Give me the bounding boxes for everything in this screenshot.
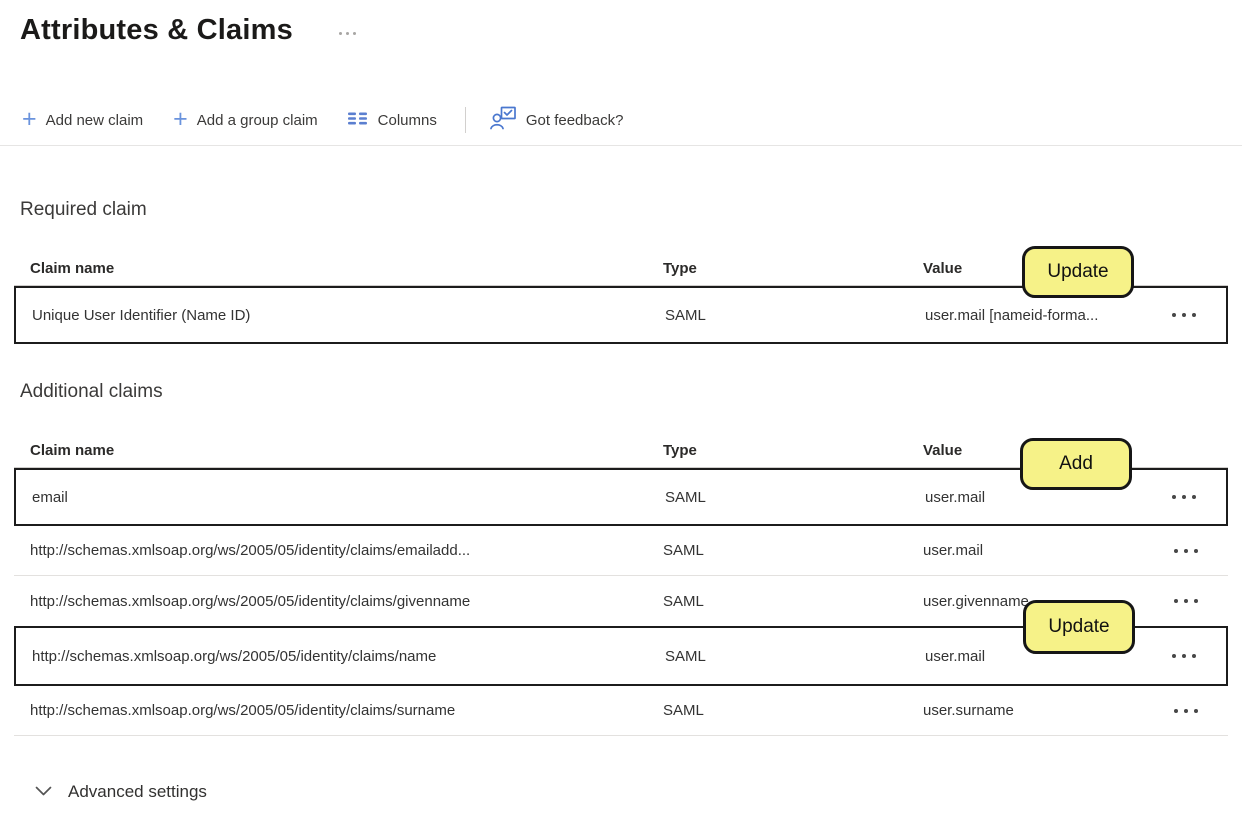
claim-name-cell: http://schemas.xmlsoap.org/ws/2005/05/id… xyxy=(30,542,471,559)
columns-label: Columns xyxy=(377,111,437,129)
row-menu-button[interactable] xyxy=(1170,543,1202,559)
add-group-claim-button[interactable]: + Add a group claim xyxy=(171,104,320,133)
toolbar-bottom-divider xyxy=(0,145,1242,146)
claim-type-cell: SAML xyxy=(665,306,706,324)
claim-value-cell: user.mail xyxy=(923,542,984,559)
claim-type-cell: SAML xyxy=(663,702,704,719)
attributes-claims-page: Attributes & Claims + Add new claim + Ad… xyxy=(0,0,1242,816)
advanced-settings-toggle[interactable]: Advanced settings xyxy=(35,782,207,802)
claim-name-cell: Unique User Identifier (Name ID) xyxy=(32,306,251,324)
claim-name-cell: http://schemas.xmlsoap.org/ws/2005/05/id… xyxy=(30,702,456,719)
row-menu-button[interactable] xyxy=(1168,489,1200,505)
column-header-claim-name: Claim name xyxy=(30,442,115,459)
plus-icon: + xyxy=(173,104,188,133)
claim-value-cell: user.mail xyxy=(925,488,986,506)
claim-type-cell: SAML xyxy=(663,592,704,610)
got-feedback-button[interactable]: Got feedback? xyxy=(488,102,626,138)
annotation-update-badge: Update xyxy=(1023,600,1135,654)
column-header-type: Type xyxy=(663,442,697,459)
command-bar: + Add new claim + Add a group claim Colu… xyxy=(20,103,1228,137)
claim-name-cell: http://schemas.xmlsoap.org/ws/2005/05/id… xyxy=(32,647,437,665)
row-menu-button[interactable] xyxy=(1168,307,1200,323)
claim-value-cell: user.surname xyxy=(923,702,1014,719)
chevron-down-icon xyxy=(35,785,52,800)
column-header-claim-name: Claim name xyxy=(30,260,115,277)
table-row[interactable]: email SAML user.mail Add xyxy=(14,438,1228,526)
advanced-settings-label: Advanced settings xyxy=(68,782,207,801)
annotation-update-badge: Update xyxy=(1022,246,1134,298)
toolbar-divider xyxy=(464,107,466,133)
claim-type-cell: SAML xyxy=(665,488,706,506)
annotation-add-badge: Add xyxy=(1020,438,1132,490)
columns-button[interactable]: Columns xyxy=(346,107,439,134)
claim-name-cell: http://schemas.xmlsoap.org/ws/2005/05/id… xyxy=(30,592,471,610)
additional-claims-table: Claim name Type Value email SAML user.ma… xyxy=(14,434,1228,736)
page-header: Attributes & Claims xyxy=(20,14,1228,47)
claim-name-cell: email xyxy=(32,488,68,506)
got-feedback-label: Got feedback? xyxy=(525,111,624,129)
table-row[interactable]: http://schemas.xmlsoap.org/ws/2005/05/id… xyxy=(14,600,1228,686)
add-new-claim-button[interactable]: + Add new claim xyxy=(20,104,145,133)
claim-type-cell: SAML xyxy=(663,542,704,559)
row-menu-button[interactable] xyxy=(1170,593,1202,609)
plus-icon: + xyxy=(22,104,37,133)
add-group-claim-label: Add a group claim xyxy=(196,111,318,129)
table-row[interactable]: http://schemas.xmlsoap.org/ws/2005/05/id… xyxy=(14,686,1228,736)
row-menu-button[interactable] xyxy=(1170,703,1202,719)
claim-type-cell: SAML xyxy=(665,647,706,665)
add-new-claim-label: Add new claim xyxy=(45,111,144,129)
required-claims-table: Claim name Type Value Unique User Identi… xyxy=(14,246,1228,344)
additional-claims-heading: Additional claims xyxy=(20,381,163,402)
column-header-type: Type xyxy=(663,260,697,277)
feedback-icon xyxy=(490,106,517,134)
page-title: Attributes & Claims xyxy=(20,14,293,46)
table-row[interactable]: http://schemas.xmlsoap.org/ws/2005/05/id… xyxy=(14,526,1228,576)
required-claim-heading: Required claim xyxy=(20,199,147,220)
columns-icon xyxy=(347,111,369,130)
claim-value-cell: user.mail [nameid-forma... xyxy=(925,306,1099,324)
row-menu-button[interactable] xyxy=(1168,648,1200,664)
table-row[interactable]: Unique User Identifier (Name ID) SAML us… xyxy=(14,246,1228,344)
more-icon[interactable] xyxy=(338,32,356,35)
